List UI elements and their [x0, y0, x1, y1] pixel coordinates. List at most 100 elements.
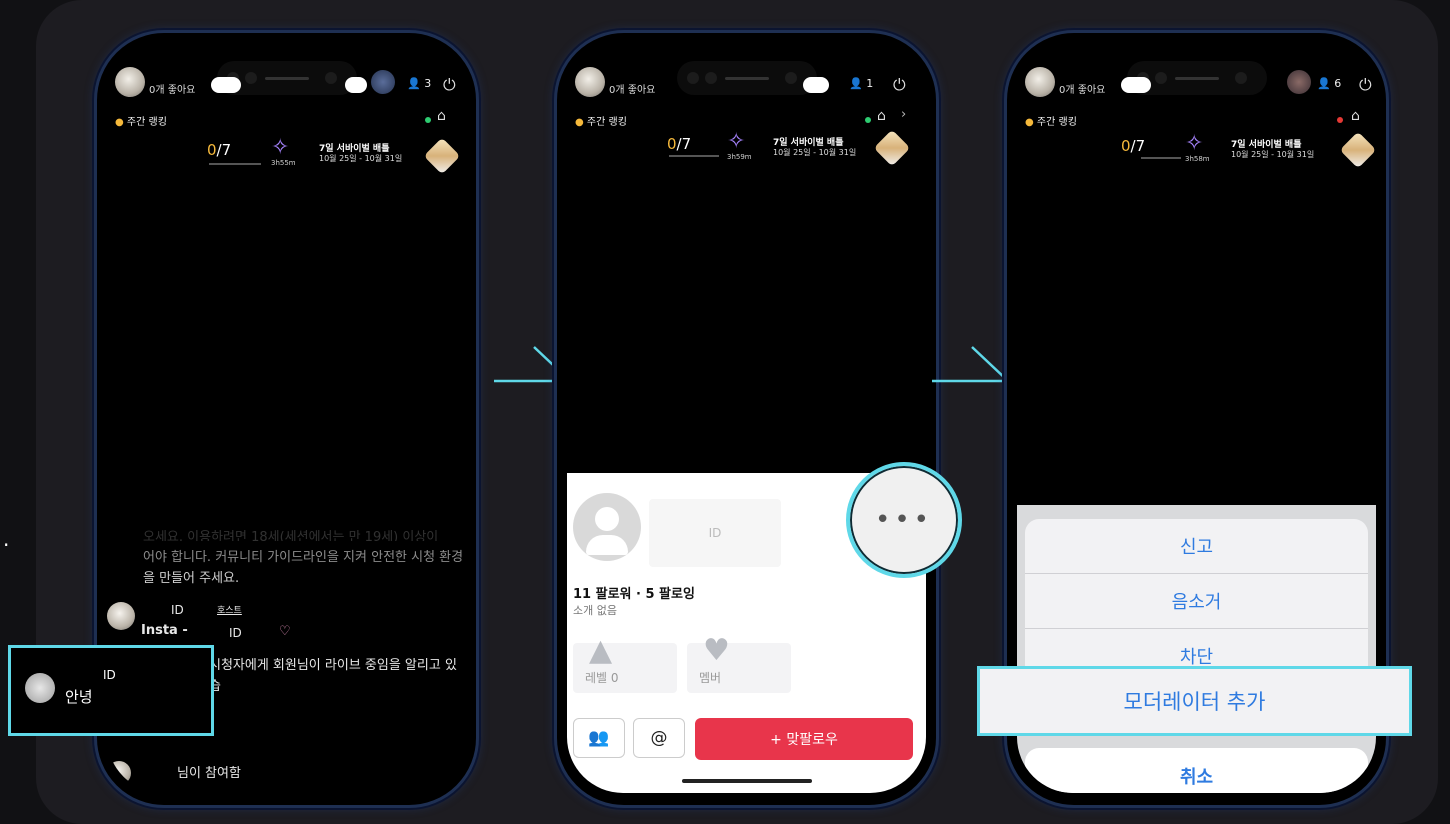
people-icon: 👥 — [588, 728, 610, 748]
chat-notice-line1: 어야 합니다. 커뮤니티 가이드라인을 지켜 안전한 시청 환경 — [143, 550, 464, 565]
add-moderator-action[interactable]: 모더레이터 추가 — [977, 666, 1412, 736]
battle-timer: 3h58m — [1185, 155, 1210, 163]
ranking-label: 주간 랭킹 — [126, 117, 167, 128]
profile-avatar[interactable] — [573, 493, 641, 561]
likes-count: 0개 좋아요 — [609, 85, 656, 96]
viewer-count: 👤 1 — [849, 77, 873, 90]
viewer-avatar[interactable] — [1287, 70, 1311, 94]
highlight-avatar — [25, 673, 55, 703]
heart-icon: ♥ — [703, 633, 730, 668]
score-total: /7 — [216, 141, 232, 159]
battle-date: 10월 25일 - 10월 31일 — [1231, 150, 1315, 159]
at-icon: @ — [650, 728, 668, 748]
host-avatar[interactable] — [115, 67, 145, 97]
score-underline — [209, 163, 261, 165]
follow-pill[interactable] — [1121, 77, 1151, 93]
battle-icon: ✧ — [727, 129, 746, 154]
score-current: 0 — [667, 135, 677, 153]
power-icon[interactable]: ⏻ — [1359, 75, 1372, 95]
live-notify-text: 시청자에게 회원님이 라이브 중임을 알리고 있습 — [209, 658, 457, 694]
member-label: 멤버 — [699, 671, 722, 685]
heart-hands-icon: ♡ — [279, 624, 291, 639]
battle-thumbnail — [423, 137, 461, 175]
status-dot — [865, 117, 871, 123]
chat-notice-partial: 오세요. 이용하려면 18세(세션에서는 만 19세) 이상이 — [143, 530, 439, 541]
cancel-action[interactable]: 취소 — [1025, 748, 1368, 793]
person-icon: 👤 — [849, 77, 863, 90]
viewer-count: 👤 6 — [1317, 77, 1341, 90]
home-icon[interactable]: ⌂ — [877, 108, 886, 124]
battle-thumbnail — [873, 129, 911, 167]
chat-notice-line2: 을 만들어 주세요. — [143, 571, 240, 586]
ranking-label: 주간 랭킹 — [1036, 117, 1077, 128]
more-options-button[interactable]: ••• — [846, 462, 962, 578]
weekly-ranking[interactable]: ● 주간 랭킹 — [575, 113, 627, 128]
viewer-avatar[interactable] — [371, 70, 395, 94]
battle-score: 0/7 — [667, 135, 691, 153]
join-message: 님이 참여함 — [177, 766, 241, 781]
host-badge: 호스트 — [217, 606, 242, 616]
battle-icon: ✧ — [271, 135, 290, 160]
weekly-ranking[interactable]: ● 주간 랭킹 — [1025, 113, 1077, 128]
highlighted-comment[interactable]: ID 안녕 — [8, 645, 214, 736]
status-dot — [425, 117, 431, 123]
flame-icon: ● — [575, 117, 584, 128]
battle-date: 10월 25일 - 10월 31일 — [319, 154, 403, 163]
battle-banner[interactable]: 0/7 ✧ 3h59m 7일 서바이벌 배틀 10월 25일 - 10월 31일 — [567, 129, 926, 181]
score-total: /7 — [1130, 137, 1146, 155]
ranking-label: 주간 랭킹 — [586, 117, 627, 128]
follow-back-button[interactable]: + 맞팔로우 — [695, 718, 913, 760]
level-card[interactable]: ▲ 레벨 0 — [573, 633, 677, 693]
battle-timer: 3h59m — [727, 153, 752, 161]
action-sheet: 신고 음소거 차단 취소 — [1017, 505, 1376, 793]
battle-score: 0/7 — [207, 141, 231, 159]
home-icon[interactable]: ⌂ — [437, 108, 446, 124]
flame-icon: ● — [115, 117, 124, 128]
level-label: 레벨 0 — [585, 671, 619, 685]
commenter-avatar[interactable] — [107, 602, 135, 630]
follow-pill[interactable] — [211, 77, 241, 93]
status-dot — [1337, 117, 1343, 123]
flame-icon: ● — [1025, 117, 1034, 128]
viewer-count: 👤 3 — [407, 77, 431, 90]
battle-score: 0/7 — [1121, 137, 1145, 155]
chevron-right-icon[interactable]: › — [901, 107, 906, 122]
report-action[interactable]: 신고 — [1025, 519, 1368, 574]
gift-pill[interactable] — [345, 77, 367, 93]
weekly-ranking[interactable]: ● 주간 랭킹 — [115, 113, 167, 128]
follow-counts[interactable]: 11 팔로워 · 5 팔로잉 — [573, 583, 695, 602]
score-current: 0 — [207, 141, 217, 159]
battle-thumbnail — [1339, 131, 1376, 169]
member-card[interactable]: ♥ 멤버 — [687, 633, 791, 693]
joiner-avatar[interactable] — [107, 761, 131, 785]
commenter-id: ID — [171, 603, 184, 617]
home-icon[interactable]: ⌂ — [1351, 108, 1360, 124]
battle-date: 10월 25일 - 10월 31일 — [773, 148, 857, 157]
host-avatar[interactable] — [575, 67, 605, 97]
battle-banner[interactable]: 0/7 ✧ 3h55m 7일 서바이벌 배틀 10월 25일 - 10월 31일 — [107, 135, 466, 181]
viewer-count-value: 6 — [1334, 77, 1342, 90]
viewer-count-value: 3 — [424, 77, 432, 90]
arrow-right-icon — [932, 346, 1010, 383]
profile-intro: 소개 없음 — [573, 604, 617, 617]
person-icon: 👤 — [407, 77, 421, 90]
score-total: /7 — [676, 135, 692, 153]
phone-profile-sheet: 0개 좋아요 👤 1 ⏻ ● 주간 랭킹 ⌂ › 0/7 ✧ 3h59m 7일 … — [554, 30, 939, 808]
likes-count: 0개 좋아요 — [149, 85, 196, 96]
host-avatar[interactable] — [1025, 67, 1055, 97]
friends-button[interactable]: 👥 — [573, 718, 625, 758]
power-icon[interactable]: ⏻ — [893, 75, 906, 95]
more-dots-icon: ••• — [874, 505, 933, 535]
mute-action[interactable]: 음소거 — [1025, 574, 1368, 629]
battle-banner[interactable]: 0/7 ✧ 3h58m 7일 서바이벌 배틀 10월 25일 - 10월 31일 — [1017, 131, 1376, 181]
power-icon[interactable]: ⏻ — [443, 75, 456, 95]
gift-pill[interactable] — [803, 77, 829, 93]
highlight-message: 안녕 — [65, 688, 93, 706]
mention-button[interactable]: @ — [633, 718, 685, 758]
home-indicator — [681, 779, 812, 783]
viewer-count-value: 1 — [866, 77, 874, 90]
battle-icon: ✧ — [1185, 131, 1204, 156]
score-current: 0 — [1121, 137, 1131, 155]
action-group: 신고 음소거 차단 — [1025, 519, 1368, 689]
comment-mention-id: ID — [229, 626, 242, 640]
